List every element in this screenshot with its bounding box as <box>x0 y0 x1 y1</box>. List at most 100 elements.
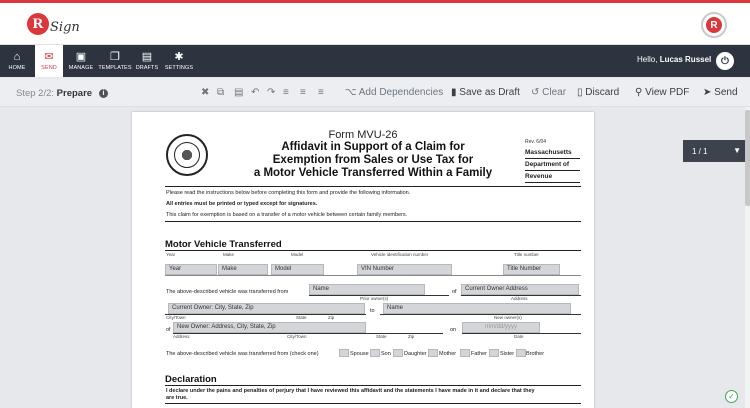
daughter-checkbox[interactable] <box>393 349 403 357</box>
label-city: City/Town <box>166 315 186 320</box>
trash-icon: ▯ <box>577 87 583 98</box>
revision: Rev. 6/04 <box>525 139 547 145</box>
align-center-icon[interactable]: ≡ <box>300 86 306 99</box>
nav-templates[interactable]: ❐ TEMPLATES <box>98 45 132 77</box>
manage-icon: ▣ <box>75 51 87 63</box>
save-icon: ▮ <box>451 87 457 98</box>
make-field[interactable]: Make <box>218 264 268 275</box>
logo-wordmark: Sign <box>50 19 80 35</box>
transfer-date-field[interactable]: mm/dd/yyyy <box>462 322 540 333</box>
nav-home[interactable]: ⌂ HOME <box>4 45 30 77</box>
clear-button[interactable]: ↺ Clear <box>531 86 566 99</box>
label-vin: Vehicle identification number <box>371 252 429 257</box>
user-greeting: Hello, Lucas Russel <box>637 55 711 64</box>
info-icon[interactable]: i <box>99 89 108 98</box>
label-zip-2: Zip <box>408 334 415 339</box>
form-title: Affidavit in Support of a Claim for Exem… <box>228 141 518 180</box>
son-checkbox[interactable] <box>370 349 380 357</box>
nav-manage[interactable]: ▣ MANAGE <box>67 45 95 77</box>
sister-label: Sister <box>500 351 515 357</box>
to-text: to <box>370 308 375 314</box>
divider <box>165 385 581 386</box>
page-selector[interactable]: 1 / 1 ▼ <box>683 140 747 162</box>
spouse-checkbox[interactable] <box>339 349 349 357</box>
view-pdf-button[interactable]: ⚲ View PDF <box>635 86 689 99</box>
label-zip: Zip <box>328 315 335 320</box>
nav-drafts-label: DRAFTS <box>135 65 159 71</box>
brother-label: Brother <box>526 351 545 357</box>
logout-power-icon[interactable]: ⏻ <box>716 52 734 70</box>
redo-icon[interactable]: ↷ <box>267 86 275 99</box>
clear-label: Clear <box>542 87 567 98</box>
clear-icon: ↺ <box>531 87 540 98</box>
user-name: Lucas Russel <box>659 55 712 64</box>
new-owner-name-field[interactable]: Name <box>383 303 571 314</box>
current-owner-address-field[interactable]: Current Owner Address <box>461 284 579 295</box>
title-line-2: Exemption from Sales or Use Tax for <box>272 154 474 166</box>
brother-checkbox[interactable] <box>516 349 526 357</box>
new-owner-address-field[interactable]: New Owner: Address, City, State, Zip <box>173 322 366 333</box>
delete-icon[interactable]: ✖ <box>201 86 209 99</box>
transferred-from-text: The above-described vehicle was transfer… <box>166 289 289 295</box>
send-button[interactable]: ➤ Send <box>703 86 738 99</box>
view-pdf-label: View PDF <box>645 87 690 98</box>
label-date: Date <box>514 334 524 339</box>
father-checkbox[interactable] <box>460 349 470 357</box>
instructions-2: All entries must be printed or typed exc… <box>166 201 318 207</box>
vin-field[interactable]: VIN Number <box>357 264 452 275</box>
mother-checkbox[interactable] <box>428 349 438 357</box>
model-field[interactable]: Model <box>271 264 324 275</box>
label-address: Address <box>511 296 528 301</box>
step-name: Prepare <box>56 88 93 99</box>
logo-mark: R <box>27 13 49 35</box>
copy-icon[interactable]: ⧉ <box>217 86 224 99</box>
greeting-prefix: Hello, <box>637 55 660 64</box>
nav-send-label: SEND <box>41 65 57 71</box>
sister-checkbox[interactable] <box>489 349 499 357</box>
discard-button[interactable]: ▯ Discard <box>577 86 619 99</box>
prepare-toolbar: Step 2/2: Prepare i ✖ ⧉ ▤ ↶ ↷ ≡ ≡ ≡ ⌥ Ad… <box>0 79 750 107</box>
title-line-3: a Motor Vehicle Transferred Within a Fam… <box>253 167 493 179</box>
search-icon: ⚲ <box>635 87 643 98</box>
divider <box>165 403 581 404</box>
label-model: Model <box>291 252 304 257</box>
nav-send[interactable]: ✉ SEND <box>35 45 63 77</box>
current-owner-city-field[interactable]: Current Owner: City, State, Zip <box>168 303 365 314</box>
security-shield-icon[interactable]: ✓ <box>725 390 738 403</box>
declaration-text-2: are true. <box>166 395 188 401</box>
mother-label: Mother <box>439 351 457 357</box>
label-address-2: Address <box>173 334 190 339</box>
home-icon: ⌂ <box>13 51 21 63</box>
paste-icon[interactable]: ▤ <box>234 86 243 99</box>
send-icon: ✉ <box>44 51 54 63</box>
instructions-3: This claim for exemption is based on a t… <box>166 212 408 218</box>
year-field[interactable]: Year <box>165 264 217 275</box>
badge-letter: R <box>706 17 722 33</box>
rsign-logo[interactable]: R Sign <box>27 10 80 38</box>
main-nav: ⌂ HOME ✉ SEND ▣ MANAGE ❐ TEMPLATES ▤ DRA… <box>0 45 750 77</box>
dept-line-3: Revenue <box>525 171 580 183</box>
save-draft-button[interactable]: ▮ Save as Draft <box>451 86 520 99</box>
undo-icon[interactable]: ↶ <box>251 86 259 99</box>
align-right-icon[interactable]: ≡ <box>318 86 324 99</box>
department-block: Massachusetts Department of Revenue <box>525 147 580 183</box>
step-number: Step 2/2: <box>16 88 55 99</box>
add-dependencies-button[interactable]: ⌥ Add Dependencies <box>345 86 443 99</box>
title-number-field[interactable]: Title Number <box>503 264 560 275</box>
document-page: Form MVU-26 Affidavit in Support of a Cl… <box>132 112 594 408</box>
divider <box>165 221 581 222</box>
align-left-icon[interactable]: ≡ <box>283 86 289 99</box>
daughter-label: Daughter <box>404 351 427 357</box>
dept-line-1: Massachusetts <box>525 147 580 159</box>
prior-owner-name-field[interactable]: Name <box>309 284 425 295</box>
check-one-text: The above-described vehicle was transfer… <box>166 351 319 357</box>
label-make: Make <box>223 252 235 257</box>
label-state: State <box>296 315 307 320</box>
nav-settings[interactable]: ✱ SETTINGS <box>164 45 194 77</box>
underline <box>380 314 581 315</box>
divider <box>165 250 581 251</box>
send-label: Send <box>714 87 738 98</box>
scrollbar-thumb[interactable] <box>745 110 750 206</box>
label-new-owner: New owner(s) <box>494 315 522 320</box>
nav-drafts[interactable]: ▤ DRAFTS <box>134 45 160 77</box>
